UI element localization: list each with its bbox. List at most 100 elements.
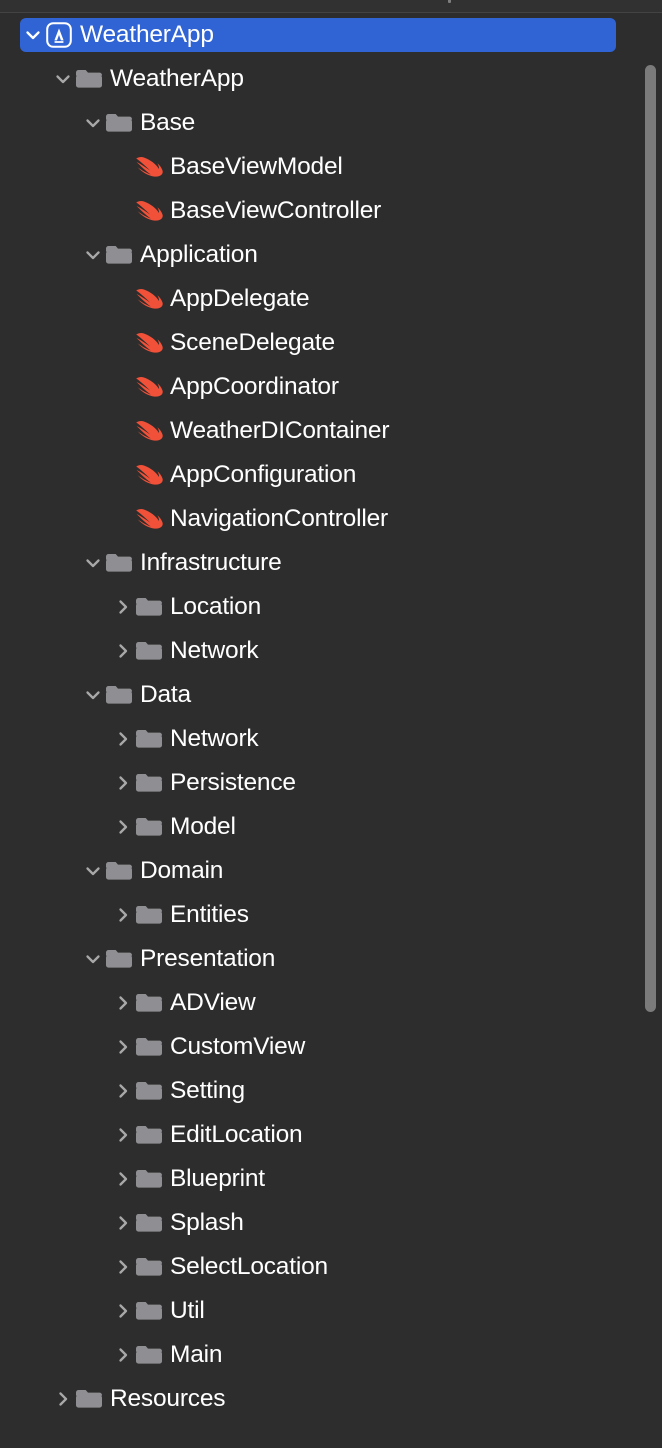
tree-item-label: Application (140, 240, 258, 268)
folder-icon (134, 629, 164, 673)
chevron-down-icon[interactable] (82, 673, 104, 717)
folder-icon (134, 761, 164, 805)
swift-file-icon (134, 321, 164, 365)
chevron-down-icon[interactable] (82, 937, 104, 981)
folder-icon (134, 1201, 164, 1245)
tree-row-content: AppCoordinator (112, 365, 339, 409)
tree-row-content: WeatherDIContainer (112, 409, 389, 453)
tree-item-label: Network (170, 636, 259, 664)
vertical-scrollbar[interactable] (640, 13, 662, 1448)
tree-row[interactable]: BaseViewModel (0, 145, 662, 189)
tree-row[interactable]: Network (0, 629, 662, 673)
folder-icon (134, 1157, 164, 1201)
tree-row-content: Infrastructure (82, 541, 282, 585)
row-selection-highlight (20, 766, 616, 800)
tree-item-label: Presentation (140, 944, 276, 972)
chevron-right-icon[interactable] (112, 1157, 134, 1201)
tree-row-content: Data (82, 673, 191, 717)
tree-row[interactable]: AppCoordinator (0, 365, 662, 409)
tree-row[interactable]: AppConfiguration (0, 453, 662, 497)
tree-row[interactable]: Setting (0, 1069, 662, 1113)
chevron-right-icon[interactable] (112, 1289, 134, 1333)
chevron-right-icon[interactable] (112, 629, 134, 673)
tree-row-content: CustomView (112, 1025, 305, 1069)
tree-item-label: BaseViewController (170, 196, 382, 224)
chevron-right-icon[interactable] (112, 805, 134, 849)
tree-row[interactable]: SelectLocation (0, 1245, 662, 1289)
row-selection-highlight (20, 1074, 616, 1108)
chevron-right-icon[interactable] (112, 893, 134, 937)
chevron-right-icon[interactable] (112, 1069, 134, 1113)
tree-row[interactable]: Data (0, 673, 662, 717)
tree-row[interactable]: Util (0, 1289, 662, 1333)
folder-icon (104, 541, 134, 585)
chevron-down-icon[interactable] (52, 57, 74, 101)
tree-row-content: BaseViewController (112, 189, 381, 233)
tree-row[interactable]: Presentation (0, 937, 662, 981)
folder-icon (134, 1333, 164, 1377)
tree-row[interactable]: Infrastructure (0, 541, 662, 585)
tree-row[interactable]: Application (0, 233, 662, 277)
tree-row[interactable]: Resources (0, 1377, 662, 1421)
chevron-right-icon[interactable] (112, 1333, 134, 1377)
tree-row[interactable]: EditLocation (0, 1113, 662, 1157)
tree-row-content: BaseViewModel (112, 145, 343, 189)
tree-item-label: ADView (170, 988, 256, 1016)
chevron-right-icon[interactable] (112, 585, 134, 629)
chevron-right-icon[interactable] (112, 1201, 134, 1245)
tree-item-label: Entities (170, 900, 249, 928)
chevron-down-icon[interactable] (82, 541, 104, 585)
tree-row[interactable]: BaseViewController (0, 189, 662, 233)
tree-row[interactable]: Splash (0, 1201, 662, 1245)
chevron-placeholder-icon (112, 497, 134, 541)
tree-item-label: Persistence (170, 768, 296, 796)
tree-row[interactable]: ADView (0, 981, 662, 1025)
tree-row[interactable]: Domain (0, 849, 662, 893)
chevron-right-icon[interactable] (52, 1377, 74, 1421)
tree-row[interactable]: CustomView (0, 1025, 662, 1069)
chevron-right-icon[interactable] (112, 717, 134, 761)
tree-item-label: AppCoordinator (170, 372, 339, 400)
row-selection-highlight (20, 986, 616, 1020)
tree-item-label: Base (140, 108, 196, 136)
row-selection-highlight (20, 1162, 616, 1196)
chevron-right-icon[interactable] (112, 981, 134, 1025)
chevron-right-icon[interactable] (112, 1113, 134, 1157)
chevron-down-icon[interactable] (82, 101, 104, 145)
tree-item-label: Blueprint (170, 1164, 265, 1192)
tree-row[interactable]: WeatherApp (0, 13, 662, 57)
chevron-right-icon[interactable] (112, 1245, 134, 1289)
row-selection-highlight (20, 590, 616, 624)
chevron-right-icon[interactable] (112, 1025, 134, 1069)
tree-row[interactable]: Persistence (0, 761, 662, 805)
tree-row[interactable]: Network (0, 717, 662, 761)
tree-row[interactable]: Blueprint (0, 1157, 662, 1201)
tree-row[interactable]: SceneDelegate (0, 321, 662, 365)
tree-row-content: WeatherApp (22, 13, 214, 57)
tree-row[interactable]: WeatherApp (0, 57, 662, 101)
tree-item-label: SelectLocation (170, 1252, 328, 1280)
tree-row[interactable]: WeatherDIContainer (0, 409, 662, 453)
tree-row[interactable]: Model (0, 805, 662, 849)
chevron-down-icon[interactable] (22, 13, 44, 57)
swift-file-icon (134, 497, 164, 541)
tree-row[interactable]: Base (0, 101, 662, 145)
chevron-down-icon[interactable] (82, 849, 104, 893)
tree-row-content: Application (82, 233, 258, 277)
file-tree[interactable]: WeatherApp WeatherApp Base BaseViewModel Bas… (0, 13, 662, 1448)
tree-row[interactable]: Main (0, 1333, 662, 1377)
tree-row[interactable]: AppDelegate (0, 277, 662, 321)
tree-row[interactable]: NavigationController (0, 497, 662, 541)
tree-item-label: Model (170, 812, 236, 840)
tree-item-label: WeatherApp (110, 64, 244, 92)
tree-row-content: Network (112, 717, 259, 761)
chevron-down-icon[interactable] (82, 233, 104, 277)
chevron-placeholder-icon (112, 409, 134, 453)
tree-row-content: WeatherApp (52, 57, 244, 101)
tree-row[interactable]: Entities (0, 893, 662, 937)
scrollbar-thumb[interactable] (645, 65, 656, 1012)
chevron-right-icon[interactable] (112, 761, 134, 805)
row-selection-highlight (20, 1118, 616, 1152)
tree-item-label: Location (170, 592, 262, 620)
tree-row[interactable]: Location (0, 585, 662, 629)
